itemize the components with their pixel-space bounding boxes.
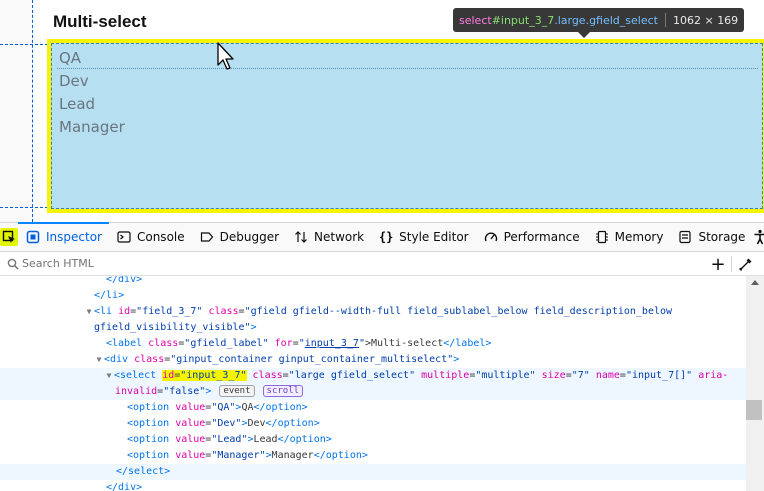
markup-node-selected[interactable]: ▼ <select id="input_3_7" class="large gfi…	[0, 368, 746, 384]
markup-tree: </div> </li> ▼ <li id="field_3_7" class="…	[0, 276, 746, 491]
expand-twisty-icon[interactable]: ▼	[84, 304, 94, 320]
element-picker-button[interactable]	[0, 223, 18, 251]
markup-node[interactable]: ▼ <div class="ginput_container ginput_con…	[0, 352, 746, 368]
search-html-input[interactable]	[22, 253, 622, 274]
tab-label: Memory	[614, 230, 664, 244]
console-icon	[116, 229, 132, 245]
eyedropper-button[interactable]	[736, 254, 756, 274]
option-separator	[57, 68, 758, 69]
element-picker-icon	[0, 228, 18, 246]
select-option[interactable]: Dev	[59, 72, 89, 90]
tooltip-id: #input_3_7	[491, 13, 555, 27]
tooltip-tag: select	[459, 13, 492, 27]
tooltip-separator	[664, 13, 666, 27]
label-for-link[interactable]: input_3_7	[305, 338, 359, 349]
tab-label: Network	[314, 230, 365, 244]
markup-node[interactable]: </div>	[0, 480, 746, 491]
markup-node[interactable]: <label class="gfield_label" for="input_3…	[0, 336, 746, 352]
expand-twisty-icon[interactable]: ▼	[94, 352, 104, 368]
tab-label: Console	[136, 230, 185, 244]
multi-select-listbox[interactable]: QA Dev Lead Manager	[51, 43, 763, 209]
markup-node-continuation: gfield_visibility_visible">	[94, 322, 257, 333]
tab-storage[interactable]: Storage	[670, 223, 752, 251]
tooltip-arrow	[578, 32, 590, 38]
expand-twisty-icon[interactable]: ▼	[104, 368, 114, 384]
inspector-icon	[25, 229, 41, 245]
select-option[interactable]: QA	[59, 49, 81, 67]
markup-node-closing[interactable]: </select>	[0, 464, 746, 480]
debugger-icon	[199, 229, 215, 245]
field-label: Multi-select	[53, 12, 147, 31]
performance-icon	[483, 229, 499, 245]
style-editor-icon: {}	[378, 230, 394, 244]
tab-label: Debugger	[219, 230, 280, 244]
markup-node[interactable]: <option value="Manager">Manager</option>	[0, 448, 746, 464]
markup-node[interactable]: <option value="QA">QA</option>	[0, 400, 746, 416]
mouse-pointer-icon	[217, 42, 234, 70]
tab-label: Performance	[503, 230, 580, 244]
tab-label: Inspector	[46, 230, 102, 244]
storage-icon	[677, 229, 693, 245]
page-gutter	[0, 0, 32, 222]
markup-scrollbar[interactable]	[746, 276, 764, 491]
tab-memory[interactable]: Memory	[587, 223, 671, 251]
guide-line-horizontal	[0, 207, 48, 208]
markup-node-continuation: invalid="false"> event scroll	[0, 384, 746, 400]
eyedropper-icon	[739, 258, 752, 271]
markup-node[interactable]: </li>	[0, 288, 746, 304]
tab-style-editor[interactable]: {} Style Editor	[371, 223, 475, 251]
tooltip-dimensions: 1062 × 169	[672, 13, 739, 27]
event-badge[interactable]: event	[219, 385, 255, 397]
memory-icon	[594, 229, 610, 245]
markup-node[interactable]: ▼ <li id="field_3_7" class="gfield gfield…	[0, 304, 746, 320]
tab-debugger[interactable]: Debugger	[192, 223, 286, 251]
network-icon	[293, 229, 309, 245]
toolbar-separator	[731, 256, 732, 272]
scroll-up-icon[interactable]	[751, 280, 759, 285]
add-node-button[interactable]: +	[708, 254, 728, 275]
page-preview: Multi-select QA Dev Lead Manager select #…	[0, 0, 764, 222]
scroll-thumb[interactable]	[746, 400, 762, 420]
search-icon	[0, 258, 22, 270]
markup-node[interactable]: <option value="Dev">Dev</option>	[0, 416, 746, 432]
devtools-toolbar: Inspector Console Debugger Network {} St…	[0, 222, 764, 252]
tab-performance[interactable]: Performance	[476, 223, 587, 251]
markup-search-bar: +	[0, 252, 764, 276]
tab-label: Storage	[698, 230, 746, 244]
scroll-badge[interactable]: scroll	[262, 385, 304, 397]
accessibility-icon	[754, 229, 764, 245]
tooltip-classes: .large.gfield_select	[554, 13, 658, 27]
tab-inspector[interactable]: Inspector	[18, 222, 109, 251]
markup-node[interactable]: </div>	[0, 276, 746, 288]
tab-label: Style Editor	[399, 230, 469, 244]
tab-network[interactable]: Network	[286, 223, 371, 251]
select-option[interactable]: Manager	[59, 118, 125, 136]
markup-node[interactable]: <option value="Lead">Lead</option>	[0, 432, 746, 448]
tab-console[interactable]: Console	[109, 223, 192, 251]
element-info-tooltip: select #input_3_7 .large.gfield_select 106…	[453, 8, 745, 32]
guide-line-vertical	[32, 0, 33, 222]
select-option[interactable]: Lead	[59, 95, 95, 113]
accessibility-tab[interactable]	[752, 223, 764, 251]
guide-line-horizontal	[0, 44, 48, 45]
